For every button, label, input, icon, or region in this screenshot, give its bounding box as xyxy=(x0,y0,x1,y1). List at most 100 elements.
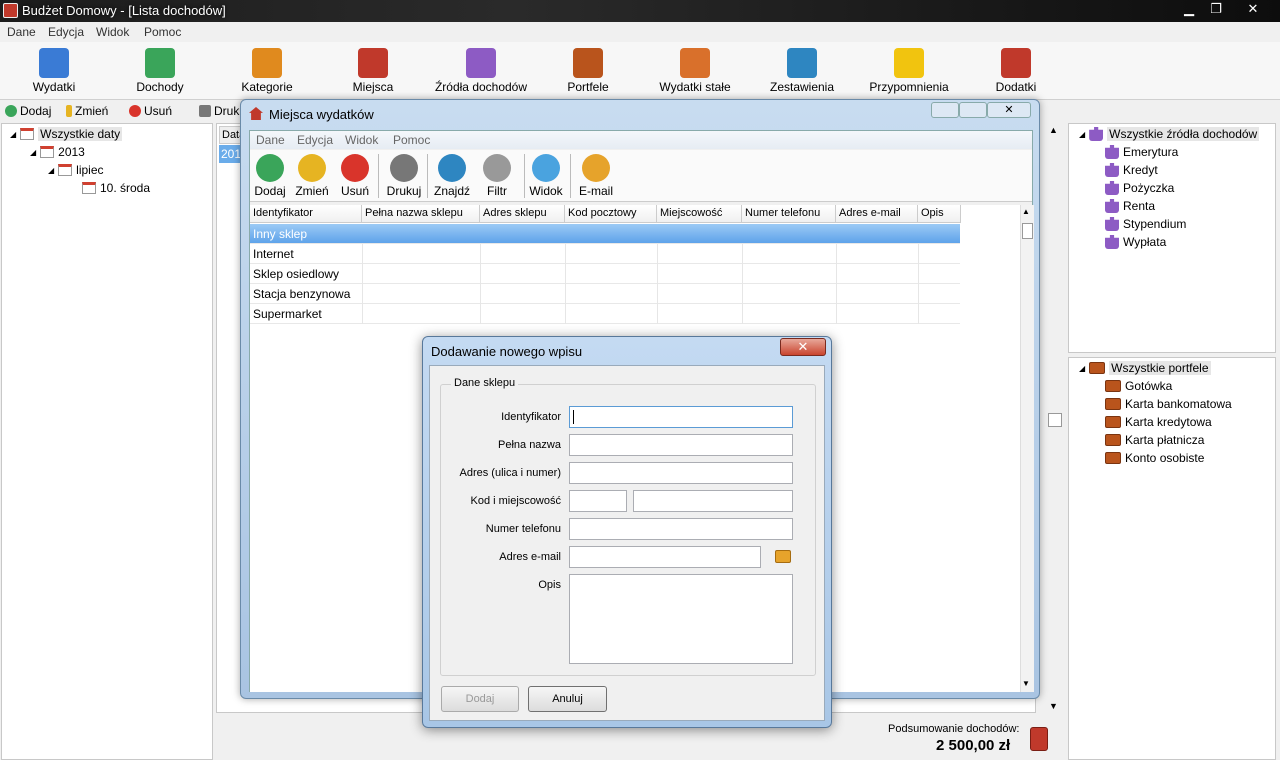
tree-node-all-dates[interactable]: ◢ Wszystkie daty xyxy=(10,127,123,141)
ribbon-button-7[interactable]: Zestawienia xyxy=(760,42,844,98)
ribbon-button-3[interactable]: Miejsca xyxy=(340,42,406,98)
close-window-button[interactable]: ✕ xyxy=(1230,0,1276,18)
menu-widok[interactable]: Widok xyxy=(96,25,129,39)
toolbar-separator xyxy=(524,154,525,198)
places-maximize-button[interactable] xyxy=(959,102,987,118)
minimize-button[interactable]: ▁ xyxy=(1176,0,1202,18)
places-menu-widok[interactable]: Widok xyxy=(345,133,378,147)
toolbar-label: Widok xyxy=(529,184,563,198)
table-row[interactable]: Inny sklep xyxy=(250,224,960,244)
menu-edycja[interactable]: Edycja xyxy=(48,25,84,39)
tree-item-label: Wypłata xyxy=(1123,235,1167,249)
calculator-icon[interactable] xyxy=(1030,727,1048,751)
places-minimize-button[interactable] xyxy=(931,102,959,118)
list-scrollbar[interactable]: ▲ ▼ xyxy=(1047,123,1065,713)
column-header[interactable]: Kod pocztowy xyxy=(565,205,657,223)
places-menu-edycja[interactable]: Edycja xyxy=(297,133,333,147)
tree-item[interactable]: Karta płatnicza xyxy=(1105,433,1204,447)
tree-item[interactable]: Stypendium xyxy=(1105,217,1186,231)
scroll-thumb[interactable] xyxy=(1048,413,1062,427)
cancel-button[interactable]: Anuluj xyxy=(528,686,607,712)
add-button[interactable]: Dodaj xyxy=(441,686,519,712)
tree-item[interactable]: Emerytura xyxy=(1105,145,1178,159)
menu-dane[interactable]: Dane xyxy=(7,25,36,39)
column-header[interactable]: Identyfikator xyxy=(250,205,362,223)
ribbon-button-9[interactable]: Dodatki xyxy=(980,42,1052,98)
places-toolbar-button-6[interactable]: Widok xyxy=(526,152,566,198)
id-input[interactable] xyxy=(569,406,793,428)
places-toolbar-button-3[interactable]: Drukuj xyxy=(382,152,426,198)
address-input[interactable] xyxy=(569,462,793,484)
ribbon-button-8[interactable]: Przypomnienia xyxy=(864,42,954,98)
places-menu-pomoc[interactable]: Pomoc xyxy=(393,133,430,147)
tree-item[interactable]: Kredyt xyxy=(1105,163,1158,177)
tree-item[interactable]: Wypłata xyxy=(1105,235,1166,249)
email-input[interactable] xyxy=(569,546,761,568)
add-entry-button[interactable]: Dodaj xyxy=(5,104,51,118)
scroll-down-arrow-icon[interactable]: ▼ xyxy=(1049,701,1058,711)
tree-item[interactable]: Karta kredytowa xyxy=(1105,415,1212,429)
toolbar-separator xyxy=(570,154,571,198)
print-button[interactable]: Druk xyxy=(199,104,239,118)
places-toolbar-button-4[interactable]: Znajdź xyxy=(430,152,474,198)
delete-entry-button[interactable]: Usuń xyxy=(129,104,172,118)
places-menu-dane[interactable]: Dane xyxy=(256,133,285,147)
tree-item[interactable]: Gotówka xyxy=(1105,379,1172,393)
list-toolbar: Dodaj Zmień Usuń Druk xyxy=(0,101,245,123)
tree-node-year[interactable]: ◢ 2013 xyxy=(30,145,85,159)
tree-item[interactable]: Konto osobiste xyxy=(1105,451,1204,465)
ribbon-button-6[interactable]: Wydatki stałe xyxy=(650,42,740,98)
tree-item[interactable]: Karta bankomatowa xyxy=(1105,397,1232,411)
phone-input[interactable] xyxy=(569,518,793,540)
scroll-down-arrow-icon[interactable]: ▼ xyxy=(1022,679,1030,688)
tree-node-all-wallets[interactable]: ◢ Wszystkie portfele xyxy=(1079,361,1211,375)
places-toolbar-button-5[interactable]: Filtr xyxy=(478,152,516,198)
menu-pomoc[interactable]: Pomoc xyxy=(144,25,181,39)
column-header[interactable]: Pełna nazwa sklepu xyxy=(362,205,480,223)
tree-item-label: Karta płatnicza xyxy=(1125,433,1205,447)
scroll-thumb[interactable] xyxy=(1022,223,1033,239)
ribbon-button-2[interactable]: Kategorie xyxy=(226,42,308,98)
dialog-close-button[interactable]: ✕ xyxy=(780,338,826,356)
postal-code-input[interactable] xyxy=(569,490,627,512)
column-header[interactable]: Opis xyxy=(918,205,961,223)
dates-tree: ◢ Wszystkie daty ◢ 2013 ◢ lipiec 10. środa xyxy=(1,123,213,760)
ribbon-button-0[interactable]: Wydatki xyxy=(8,42,100,98)
table-row[interactable]: Stacja benzynowa xyxy=(250,284,960,304)
places-close-button[interactable]: ✕ xyxy=(987,102,1031,118)
table-row[interactable]: Sklep osiedlowy xyxy=(250,264,960,284)
tree-item[interactable]: Renta xyxy=(1105,199,1155,213)
dialog-title: Dodawanie nowego wpisu xyxy=(431,344,583,359)
city-input[interactable] xyxy=(633,490,793,512)
maximize-button[interactable]: ❐ xyxy=(1203,0,1229,18)
column-header[interactable]: Numer telefonu xyxy=(742,205,836,223)
scroll-up-arrow-icon[interactable]: ▲ xyxy=(1049,125,1058,135)
scroll-up-arrow-icon[interactable]: ▲ xyxy=(1022,207,1030,216)
toolbar-label: Usuń xyxy=(340,184,369,198)
ribbon-button-5[interactable]: Portfele xyxy=(554,42,622,98)
table-row[interactable]: Internet xyxy=(250,244,960,264)
column-header[interactable]: Miejscowość xyxy=(657,205,742,223)
column-header[interactable]: Adres sklepu xyxy=(480,205,565,223)
places-toolbar-button-7[interactable]: E-mail xyxy=(573,152,619,198)
ribbon-button-4[interactable]: Źródła dochodów xyxy=(428,42,534,98)
table-row[interactable]: Supermarket xyxy=(250,304,960,324)
ribbon-button-1[interactable]: Dochody xyxy=(118,42,202,98)
places-toolbar-button-2[interactable]: Usuń xyxy=(335,152,375,198)
summary-label: Podsumowanie dochodów: xyxy=(888,723,1020,735)
wallet-icon xyxy=(1105,380,1121,392)
edit-entry-button[interactable]: Zmień xyxy=(66,104,108,118)
notes-textarea[interactable] xyxy=(569,574,793,664)
name-input[interactable] xyxy=(569,434,793,456)
tree-item[interactable]: Pożyczka xyxy=(1105,181,1174,195)
places-toolbar-button-1[interactable]: Zmień xyxy=(292,152,332,198)
tree-node-day[interactable]: 10. środa xyxy=(82,181,150,195)
bar-chart-icon xyxy=(787,48,817,78)
places-toolbar-button-0[interactable]: Dodaj xyxy=(250,152,290,198)
places-grid-scrollbar[interactable]: ▲ ▼ xyxy=(1020,205,1034,692)
tree-node-all-sources[interactable]: ◢ Wszystkie źródła dochodów xyxy=(1079,127,1260,141)
column-header[interactable]: Adres e-mail xyxy=(836,205,918,223)
send-email-icon[interactable] xyxy=(775,550,791,563)
income-icon xyxy=(145,48,175,78)
tree-node-month[interactable]: ◢ lipiec xyxy=(48,163,104,177)
